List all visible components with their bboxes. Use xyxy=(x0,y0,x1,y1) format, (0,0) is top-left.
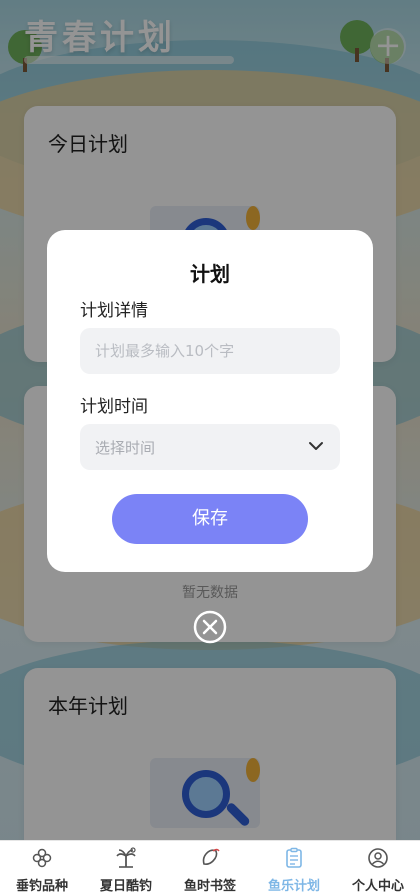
plan-time-placeholder: 选择时间 xyxy=(95,439,156,457)
tab-profile[interactable]: 个人中心 xyxy=(336,841,420,896)
tab-fishing-plan[interactable]: 鱼乐计划 xyxy=(252,841,336,896)
close-icon[interactable] xyxy=(193,610,227,644)
tab-label: 鱼乐计划 xyxy=(267,879,320,894)
user-icon xyxy=(368,848,388,868)
palm-tree-icon xyxy=(116,847,136,868)
tab-label: 个人中心 xyxy=(351,879,404,894)
plan-time-select[interactable]: 选择时间 xyxy=(80,424,340,470)
chevron-down-icon xyxy=(309,442,323,450)
tab-summer-fishing[interactable]: 夏日酷钓 xyxy=(84,841,168,896)
plan-dialog: 计划 计划详情 计划时间 选择时间 保存 xyxy=(47,230,373,572)
save-button[interactable]: 保存 xyxy=(112,494,308,544)
tab-label: 鱼时书签 xyxy=(183,879,236,894)
tab-fishing-species[interactable]: 垂钓品种 xyxy=(0,841,84,896)
plan-time-label: 计划时间 xyxy=(80,397,148,417)
tab-fish-bookmark[interactable]: 鱼时书签 xyxy=(168,841,252,896)
tab-label: 夏日酷钓 xyxy=(99,879,152,894)
flower-icon xyxy=(32,848,52,868)
bottom-tab-bar: 垂钓品种 夏日酷钓 鱼时书签 鱼乐计划 个人中心 xyxy=(0,840,420,896)
dialog-title: 计划 xyxy=(190,262,230,286)
plan-detail-input[interactable] xyxy=(80,328,340,374)
clipboard-icon xyxy=(286,847,302,868)
plan-detail-label: 计划详情 xyxy=(80,301,148,321)
bookmark-icon xyxy=(202,848,220,865)
tab-label: 垂钓品种 xyxy=(15,879,68,894)
